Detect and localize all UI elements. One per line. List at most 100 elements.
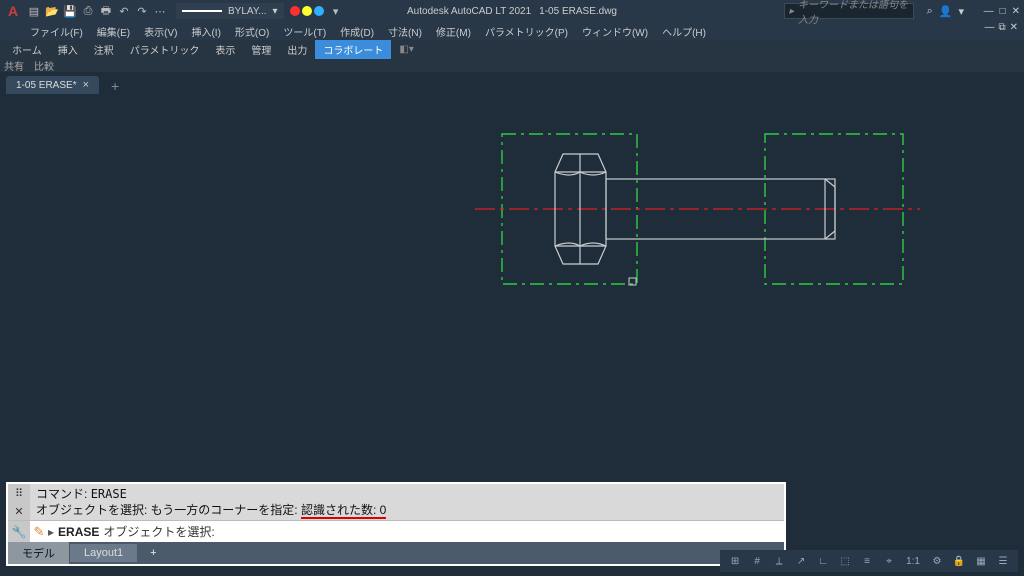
command-history: ⠿ ✕ コマンド: ERASE オブジェクトを選択: もう一方のコーナーを指定:… — [8, 484, 784, 520]
search-icon[interactable]: ⌕ — [927, 5, 933, 18]
ribbon-panel-share[interactable]: 共有 — [4, 58, 24, 73]
file-tab-new-button[interactable]: + — [105, 78, 125, 94]
status-polar-icon[interactable]: ↗ — [792, 553, 810, 569]
ribbon-tab-manage[interactable]: 管理 — [243, 40, 279, 59]
ribbon-tab-view[interactable]: 表示 — [207, 40, 243, 59]
command-name: ERASE — [91, 487, 127, 501]
status-transparency-icon[interactable]: ⌖ — [880, 553, 898, 569]
layout-tab-layout1[interactable]: Layout1 — [70, 544, 137, 562]
status-gear-icon[interactable]: ⚙ — [928, 553, 946, 569]
status-lwt-icon[interactable]: ≡ — [858, 553, 876, 569]
status-ortho-icon[interactable]: ⟂ — [770, 553, 788, 569]
menu-help[interactable]: ヘルプ(H) — [656, 24, 712, 39]
ribbon-tab-insert[interactable]: 挿入 — [50, 40, 86, 59]
search-placeholder: キーワードまたは語句を入力 — [798, 0, 909, 26]
file-tab-bar: 1-05 ERASE* × + — [0, 72, 1024, 94]
signin-dropdown-icon[interactable]: ▾ — [958, 5, 964, 18]
command-history-line-1: コマンド: ERASE — [36, 486, 778, 502]
layout-tab-model[interactable]: モデル — [8, 542, 69, 564]
command-active-prompt: オブジェクトを選択: — [103, 523, 214, 540]
command-grip-icon[interactable]: ⠿ — [15, 487, 23, 500]
ribbon-panel-bar: 共有 比較 — [0, 58, 1024, 72]
ribbon-tabs: ホーム 挿入 注釈 パラメトリック 表示 管理 出力 コラボレート ◧▾ — [0, 40, 1024, 58]
file-tab-name: 1-05 ERASE* — [16, 80, 77, 91]
status-menu-icon[interactable]: ☰ — [994, 553, 1012, 569]
qat-more-icon[interactable]: ⋯ — [152, 3, 168, 19]
mdi-window-controls: — ⧉ ✕ — [984, 22, 1018, 33]
mdi-close-button[interactable]: ✕ — [1010, 22, 1018, 33]
command-pencil-icon: ✎ — [30, 524, 48, 540]
menu-tools[interactable]: ツール(T) — [277, 24, 332, 39]
menu-window[interactable]: ウィンドウ(W) — [576, 24, 654, 39]
status-lock-icon[interactable]: 🔒 — [950, 553, 968, 569]
file-tab-close-button[interactable]: × — [83, 79, 89, 91]
ribbon-tab-home[interactable]: ホーム — [4, 40, 50, 59]
window-maximize-button[interactable]: □ — [1000, 6, 1006, 17]
window-minimize-button[interactable]: — — [984, 6, 994, 17]
signin-icon[interactable]: 👤 — [939, 5, 953, 18]
command-active-name: ERASE — [54, 525, 103, 539]
command-window: ⠿ ✕ コマンド: ERASE オブジェクトを選択: もう一方のコーナーを指定:… — [6, 482, 786, 566]
status-bar: ⊞ # ⟂ ↗ ∟ ⬚ ≡ ⌖ 1:1 ⚙ 🔒 ▦ ☰ — [720, 550, 1018, 572]
command-prompt-prefix: オブジェクトを選択: もう一方のコーナーを指定: — [36, 503, 298, 517]
chevron-down-icon: ▾ — [273, 6, 278, 17]
ribbon-tab-extra-icon[interactable]: ◧▾ — [391, 42, 421, 57]
menu-file[interactable]: ファイル(F) — [24, 24, 89, 39]
quick-access-toolbar: ▤ 📂 💾 ⎙ 🖶 ↶ ↷ ⋯ — [26, 3, 168, 19]
window-close-button[interactable]: ✕ — [1012, 6, 1020, 17]
color-swatch-blue[interactable] — [314, 6, 324, 16]
layout-tab-add-button[interactable]: + — [138, 544, 168, 562]
status-otrack-icon[interactable]: ⬚ — [836, 553, 854, 569]
color-swatch-red[interactable] — [290, 6, 300, 16]
document-name: 1-05 ERASE.dwg — [539, 6, 617, 17]
menu-dimension[interactable]: 寸法(N) — [382, 24, 428, 39]
status-isolate-icon[interactable]: ▦ — [972, 553, 990, 569]
qat-save-icon[interactable]: 💾 — [62, 3, 78, 19]
command-history-line-2: オブジェクトを選択: もう一方のコーナーを指定: 認識された数: 0 — [36, 502, 778, 518]
menu-modify[interactable]: 修正(M) — [430, 24, 477, 39]
qat-new-icon[interactable]: ▤ — [26, 3, 42, 19]
command-input-row[interactable]: 🔧 ✎ ▸ ERASE オブジェクトを選択: — [8, 520, 784, 542]
qat-undo-icon[interactable]: ↶ — [116, 3, 132, 19]
search-chevron-icon: ▸ — [789, 6, 794, 17]
qat-redo-icon[interactable]: ↷ — [134, 3, 150, 19]
qat-dropdown-icon[interactable]: ▾ — [328, 3, 344, 19]
menu-insert[interactable]: 挿入(I) — [185, 24, 226, 39]
layout-tabs: モデル Layout1 + — [8, 542, 784, 564]
mdi-minimize-button[interactable]: — — [984, 22, 994, 33]
bylayer-label: BYLAY... — [228, 6, 267, 17]
ribbon-tab-parametric[interactable]: パラメトリック — [122, 40, 208, 59]
menu-edit[interactable]: 編集(E) — [91, 24, 136, 39]
color-swatches — [290, 6, 324, 16]
command-recognized-count: 認識された数: 0 — [301, 503, 386, 519]
app-product-name: Autodesk AutoCAD LT 2021 — [407, 6, 531, 17]
menu-format[interactable]: 形式(O) — [229, 24, 275, 39]
status-grid-icon[interactable]: ⊞ — [726, 553, 744, 569]
search-input[interactable]: ▸ キーワードまたは語句を入力 — [784, 3, 914, 19]
status-snap-icon[interactable]: # — [748, 553, 766, 569]
layer-bylayer-dropdown[interactable]: BYLAY... ▾ — [176, 3, 284, 19]
status-osnap-icon[interactable]: ∟ — [814, 553, 832, 569]
ribbon-panel-compare[interactable]: 比較 — [34, 58, 54, 73]
status-anno-scale[interactable]: 1:1 — [902, 553, 924, 569]
menu-parametric[interactable]: パラメトリック(P) — [479, 24, 574, 39]
linetype-preview-icon — [182, 10, 222, 12]
window-controls: — □ ✕ — [984, 6, 1020, 17]
command-close-icon[interactable]: ✕ — [14, 505, 23, 518]
command-customize-icon[interactable]: 🔧 — [8, 521, 30, 542]
ribbon-tab-collaborate[interactable]: コラボレート — [315, 40, 391, 59]
ribbon-tab-annotate[interactable]: 注釈 — [86, 40, 122, 59]
mdi-restore-button[interactable]: ⧉ — [998, 22, 1005, 33]
drawing-canvas[interactable] — [0, 94, 1024, 538]
qat-saveas-icon[interactable]: ⎙ — [80, 3, 96, 19]
title-text: Autodesk AutoCAD LT 2021 1-05 ERASE.dwg — [407, 6, 617, 17]
ribbon-tab-output[interactable]: 出力 — [279, 40, 315, 59]
command-label: コマンド: — [36, 487, 87, 501]
qat-plot-icon[interactable]: 🖶 — [98, 3, 114, 19]
file-tab-active[interactable]: 1-05 ERASE* × — [6, 76, 99, 94]
menu-view[interactable]: 表示(V) — [138, 24, 183, 39]
app-logo[interactable]: A — [4, 2, 22, 20]
color-swatch-yellow[interactable] — [302, 6, 312, 16]
menu-draw[interactable]: 作成(D) — [334, 24, 380, 39]
qat-open-icon[interactable]: 📂 — [44, 3, 60, 19]
